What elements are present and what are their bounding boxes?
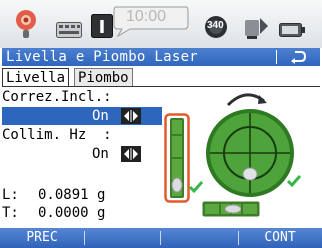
circular-check-icon xyxy=(286,173,302,193)
l-label: L: xyxy=(2,187,19,203)
vertical-level-vial xyxy=(164,113,190,203)
collim-hz-value: On xyxy=(92,146,109,162)
softkey-bar: PREC CONT xyxy=(0,228,322,248)
title-bar: Livella e Piombo Laser xyxy=(2,48,320,66)
battery-icon xyxy=(279,22,305,41)
collim-hz-selector[interactable]: On xyxy=(2,145,162,163)
keyboard-icon xyxy=(56,22,82,42)
left-right-arrows-icon[interactable] xyxy=(121,146,141,162)
svg-text:I: I xyxy=(99,17,106,38)
collim-hz-label: Collim. Hz : xyxy=(2,127,112,143)
correz-incl-value: On xyxy=(92,108,109,124)
t-value: 0.0000 g xyxy=(38,205,106,221)
left-right-arrows-icon[interactable] xyxy=(121,108,141,124)
cont-softkey[interactable]: CONT xyxy=(238,228,322,248)
time-display: 10:00 xyxy=(112,3,190,37)
window-title: Livella e Piombo Laser xyxy=(6,49,199,65)
status-bar: I 10:00 340 xyxy=(0,0,322,48)
t-label: T: xyxy=(2,205,19,221)
tab-livella[interactable]: Livella xyxy=(2,68,70,87)
app-window: I 10:00 340 Livella e Piombo Laser Livel… xyxy=(0,0,322,248)
correz-incl-selector[interactable]: On xyxy=(2,107,162,125)
softkey-divider xyxy=(84,231,85,245)
softkey-divider xyxy=(160,231,161,245)
prism-icon xyxy=(242,16,270,44)
horizontal-level-vial xyxy=(202,201,260,217)
l-value: 0.0891 g xyxy=(38,187,106,203)
prec-softkey[interactable]: PREC xyxy=(0,228,84,248)
info-mode-icon: I xyxy=(91,14,113,42)
instrument-status-icon xyxy=(12,8,40,44)
target-pill-label: 340 xyxy=(207,20,224,31)
return-icon[interactable] xyxy=(289,48,309,66)
time-text: 10:00 xyxy=(126,8,167,25)
correz-incl-label: Correz.Incl.: xyxy=(2,89,112,105)
circular-level-bubble xyxy=(200,99,300,199)
title-separator xyxy=(276,50,277,64)
main-panel: Correz.Incl.: On Collim. Hz : On L: 0.08… xyxy=(2,87,320,226)
target-pill-icon: 340 xyxy=(203,15,229,39)
tab-piombo[interactable]: Piombo xyxy=(74,68,133,87)
